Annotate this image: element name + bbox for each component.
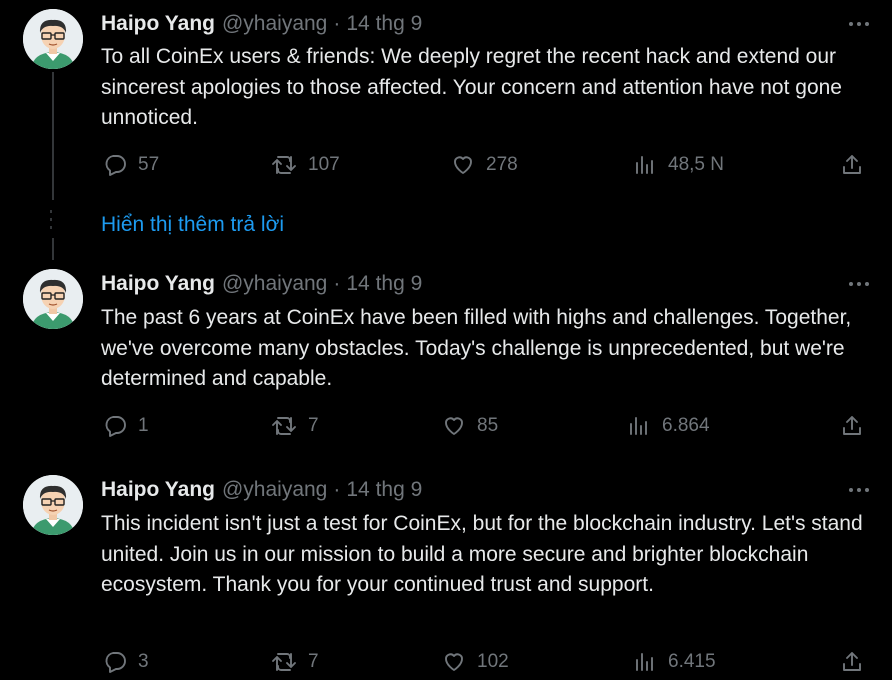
thread-dots <box>50 210 52 234</box>
author-name[interactable]: Haipo Yang <box>101 272 215 296</box>
retweet-button[interactable]: 7 <box>271 411 319 441</box>
like-count: 278 <box>486 154 518 175</box>
retweet-count: 7 <box>308 415 319 436</box>
author-handle[interactable]: @yhaiyang <box>222 478 327 502</box>
more-icon[interactable] <box>846 475 872 505</box>
reply-button[interactable]: 3 <box>103 647 149 677</box>
retweet-count: 7 <box>308 651 319 672</box>
like-button[interactable]: 85 <box>442 411 498 441</box>
more-icon[interactable] <box>846 9 872 39</box>
tweet[interactable]: Haipo Yang @yhaiyang · 14 thg 9 The past… <box>0 269 892 449</box>
separator: · <box>333 12 341 35</box>
reply-button[interactable]: 1 <box>103 411 149 441</box>
timestamp[interactable]: 14 thg 9 <box>346 272 422 296</box>
author-name[interactable]: Haipo Yang <box>101 478 215 502</box>
tweet-text: To all CoinEx users & friends: We deeply… <box>101 45 842 129</box>
author-handle[interactable]: @yhaiyang <box>222 272 327 296</box>
action-bar: 57 107 278 48,5 N <box>0 150 892 180</box>
avatar[interactable] <box>23 475 83 535</box>
reply-button[interactable]: 57 <box>103 150 159 180</box>
like-icon <box>442 414 466 438</box>
retweet-icon <box>271 153 297 177</box>
like-button[interactable]: 102 <box>442 647 509 677</box>
show-more-replies-link[interactable]: Hiển thị thêm trả lời <box>101 210 284 240</box>
views-icon <box>633 650 657 674</box>
share-icon <box>840 650 864 674</box>
views-icon <box>633 153 657 177</box>
reply-icon <box>103 414 127 438</box>
more-icon[interactable] <box>846 269 872 299</box>
reply-count: 3 <box>138 651 149 672</box>
separator: · <box>333 272 341 295</box>
share-button[interactable] <box>840 647 864 677</box>
action-bar: 1 7 85 6.864 <box>0 411 892 441</box>
views-button[interactable]: 6.415 <box>633 647 716 677</box>
tweet[interactable]: Haipo Yang @yhaiyang · 14 thg 9 To all C… <box>0 9 892 189</box>
views-button[interactable]: 48,5 N <box>633 150 724 180</box>
author-name[interactable]: Haipo Yang <box>101 12 215 36</box>
like-count: 102 <box>477 651 509 672</box>
tweet-text: This incident isn't just a test for Coin… <box>101 512 863 596</box>
views-icon <box>627 414 651 438</box>
reply-icon <box>103 153 127 177</box>
reply-icon <box>103 650 127 674</box>
reply-count: 57 <box>138 154 160 175</box>
timestamp[interactable]: 14 thg 9 <box>346 478 422 502</box>
tweet[interactable]: Haipo Yang @yhaiyang · 14 thg 9 This inc… <box>0 475 892 680</box>
views-count: 6.864 <box>662 415 710 436</box>
like-icon <box>451 153 475 177</box>
like-icon <box>442 650 466 674</box>
author-handle[interactable]: @yhaiyang <box>222 12 327 36</box>
retweet-icon <box>271 414 297 438</box>
share-button[interactable] <box>840 150 864 180</box>
avatar[interactable] <box>23 9 83 69</box>
retweet-button[interactable]: 107 <box>271 150 340 180</box>
views-count: 48,5 N <box>668 154 724 175</box>
retweet-button[interactable]: 7 <box>271 647 319 677</box>
share-icon <box>840 153 864 177</box>
action-bar: 3 7 102 6.415 <box>0 647 892 677</box>
retweet-count: 107 <box>308 154 340 175</box>
reply-count: 1 <box>138 415 149 436</box>
views-count: 6.415 <box>668 651 716 672</box>
tweet-header: Haipo Yang @yhaiyang · 14 thg 9 <box>101 475 422 505</box>
retweet-icon <box>271 650 297 674</box>
share-button[interactable] <box>840 411 864 441</box>
views-button[interactable]: 6.864 <box>627 411 710 441</box>
separator: · <box>333 478 341 501</box>
avatar[interactable] <box>23 269 83 329</box>
like-count: 85 <box>477 415 499 436</box>
timestamp[interactable]: 14 thg 9 <box>346 12 422 36</box>
tweet-text: The past 6 years at CoinEx have been fil… <box>101 306 852 390</box>
tweet-header: Haipo Yang @yhaiyang · 14 thg 9 <box>101 9 422 39</box>
tweet-header: Haipo Yang @yhaiyang · 14 thg 9 <box>101 269 422 299</box>
share-icon <box>840 414 864 438</box>
like-button[interactable]: 278 <box>451 150 518 180</box>
thread-line-bottom <box>52 238 54 260</box>
